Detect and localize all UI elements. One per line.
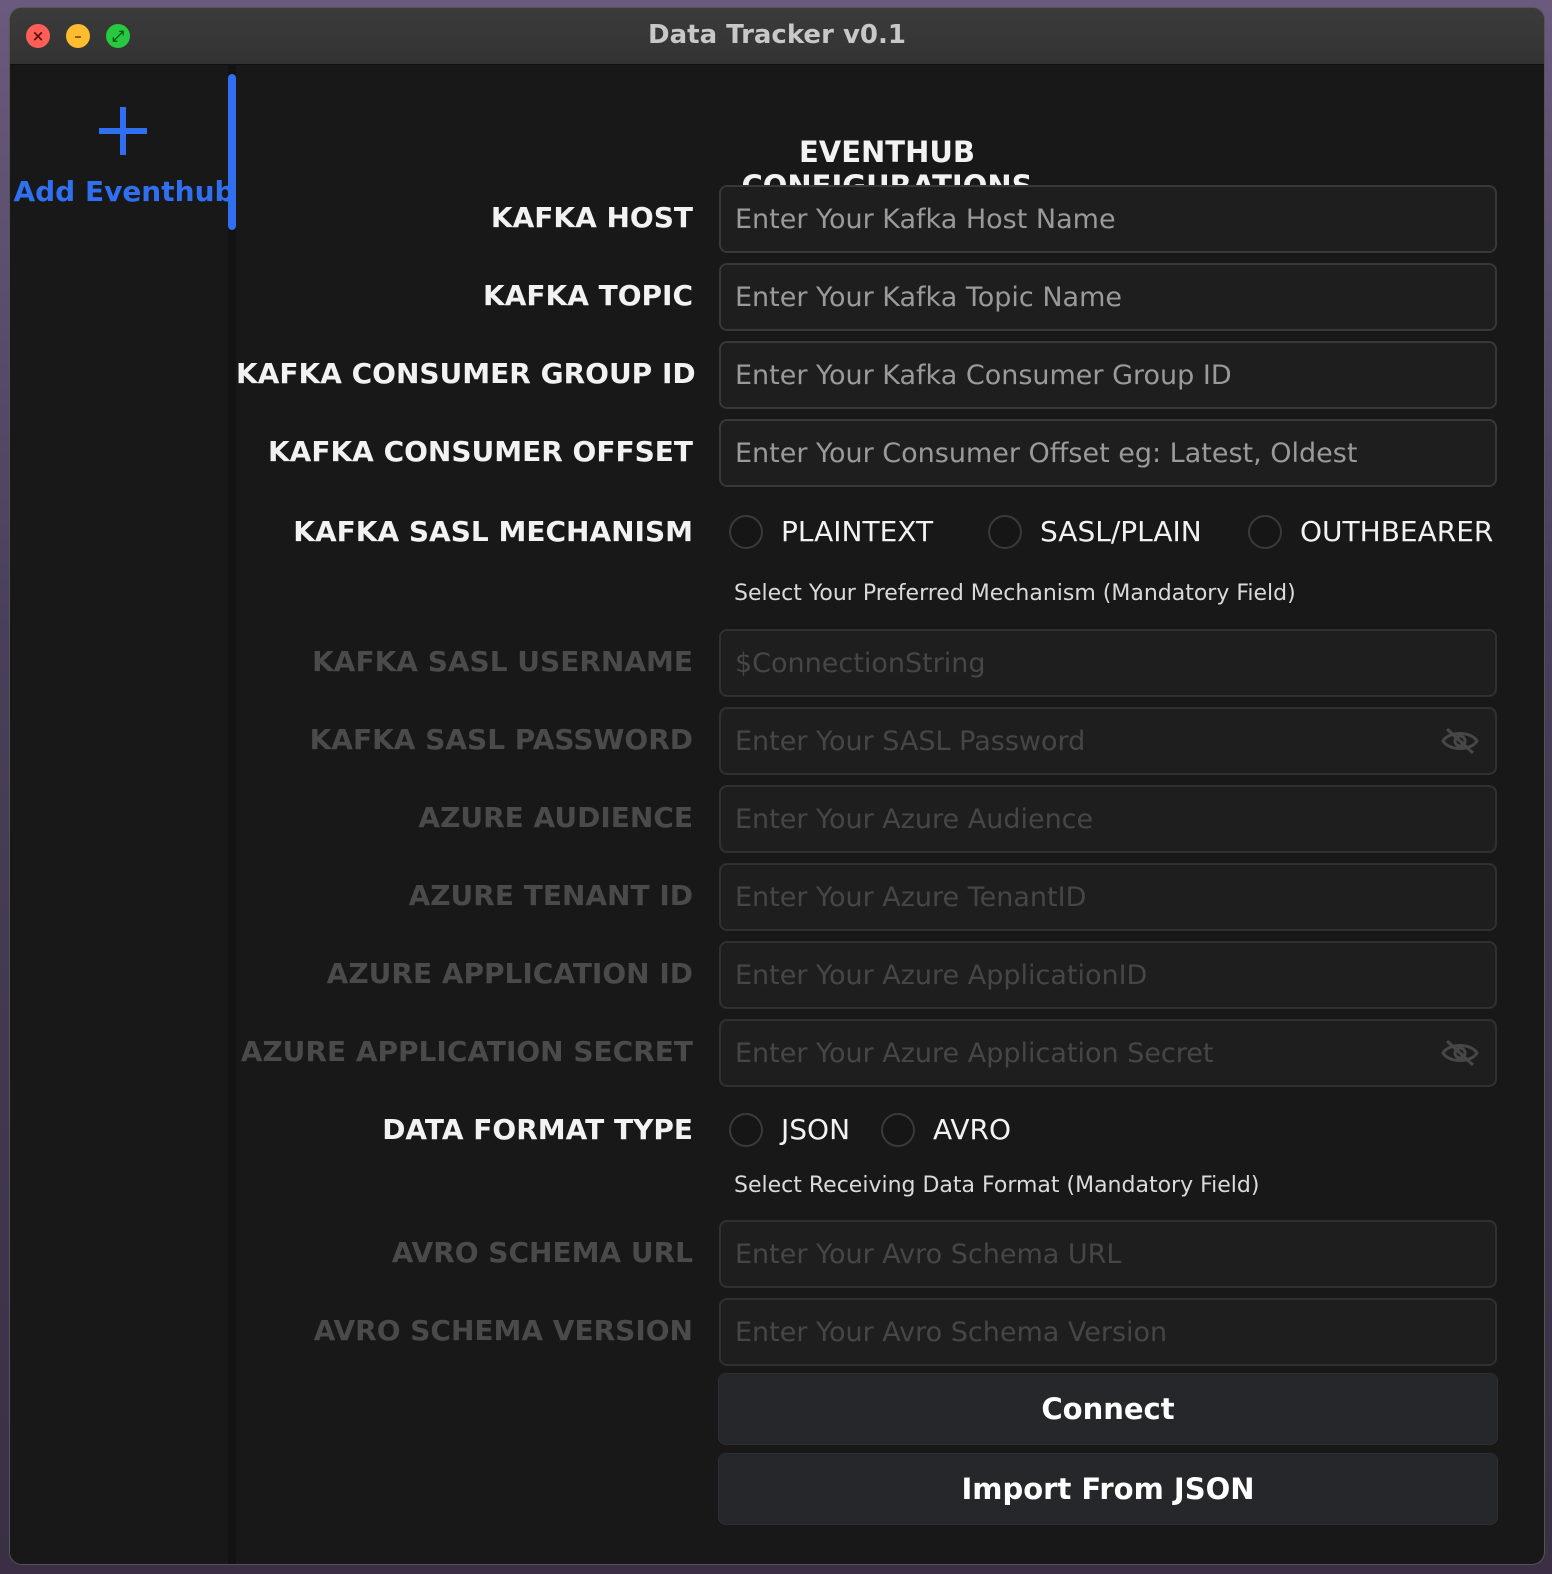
avro-url-input[interactable] <box>721 1222 1475 1286</box>
sasl-username-label: KAFKA SASL USERNAME <box>312 645 693 678</box>
kafka-topic-field <box>719 263 1497 331</box>
eventhub-config-form: EVENTHUB CONFIGURATIONS KAFKA HOST KAFKA… <box>236 65 1544 1564</box>
avro-version-label: AVRO SCHEMA VERSION <box>313 1314 693 1347</box>
radio-plaintext[interactable]: PLAINTEXT <box>719 499 949 565</box>
sasl-password-input[interactable] <box>721 709 1475 773</box>
add-eventhub-label: Add Eventhub <box>13 175 235 208</box>
sidebar: Add Eventhub <box>10 65 235 1564</box>
title-bar: × – ⤢ Data Tracker v0.1 <box>10 8 1544 65</box>
azure-audience-field <box>719 785 1497 853</box>
sasl-mechanism-label: KAFKA SASL MECHANISM <box>293 515 693 548</box>
consumer-group-label: KAFKA CONSUMER GROUP ID <box>236 357 696 390</box>
radio-circle <box>1248 515 1282 549</box>
radio-circle <box>729 1113 763 1147</box>
data-format-label: DATA FORMAT TYPE <box>382 1113 693 1146</box>
azure-tenant-field <box>719 863 1497 931</box>
sasl-password-label: KAFKA SASL PASSWORD <box>309 723 693 756</box>
window-title: Data Tracker v0.1 <box>648 20 906 50</box>
azure-app-id-input[interactable] <box>721 943 1475 1007</box>
azure-app-id-label: AZURE APPLICATION ID <box>326 957 693 990</box>
azure-tenant-input[interactable] <box>721 865 1475 929</box>
data-format-radio-group: JSON AVRO <box>719 1097 1039 1163</box>
radio-outhbearer[interactable]: OUTHBEARER <box>1238 499 1493 565</box>
data-format-hint: Select Receiving Data Format (Mandatory … <box>734 1173 1260 1198</box>
kafka-topic-label: KAFKA TOPIC <box>483 279 693 312</box>
sasl-mechanism-hint: Select Your Preferred Mechanism (Mandato… <box>734 581 1296 606</box>
eye-slash-icon[interactable] <box>1441 1039 1479 1067</box>
kafka-topic-input[interactable] <box>721 265 1475 329</box>
azure-app-id-field <box>719 941 1497 1009</box>
import-json-button[interactable]: Import From JSON <box>718 1453 1498 1525</box>
add-eventhub-button[interactable]: Add Eventhub <box>10 95 235 225</box>
eye-slash-icon[interactable] <box>1441 727 1479 755</box>
azure-audience-input[interactable] <box>721 787 1475 851</box>
radio-json[interactable]: JSON <box>719 1097 851 1163</box>
radio-circle <box>988 515 1022 549</box>
consumer-group-input[interactable] <box>721 343 1475 407</box>
azure-app-secret-input[interactable] <box>721 1021 1475 1085</box>
sasl-username-input[interactable] <box>721 631 1475 695</box>
connect-button[interactable]: Connect <box>718 1373 1498 1445</box>
azure-app-secret-field <box>719 1019 1497 1087</box>
radio-avro[interactable]: AVRO <box>871 1097 1021 1163</box>
kafka-host-field <box>719 185 1497 253</box>
azure-audience-label: AZURE AUDIENCE <box>418 801 693 834</box>
radio-label-json: JSON <box>781 1113 851 1146</box>
azure-tenant-label: AZURE TENANT ID <box>408 879 693 912</box>
sasl-username-field <box>719 629 1497 697</box>
radio-label-sasl-plain: SASL/PLAIN <box>1040 515 1202 548</box>
app-window: × – ⤢ Data Tracker v0.1 Add Eventhub EVE… <box>10 8 1544 1564</box>
plus-icon <box>99 107 147 155</box>
radio-sasl-plain[interactable]: SASL/PLAIN <box>978 499 1208 565</box>
consumer-offset-label: KAFKA CONSUMER OFFSET <box>267 435 693 468</box>
sasl-mechanism-radio-group: PLAINTEXT SASL/PLAIN OUTHBEARER <box>719 499 1499 565</box>
kafka-host-input[interactable] <box>721 187 1475 251</box>
avro-version-input[interactable] <box>721 1300 1475 1364</box>
radio-label-avro: AVRO <box>933 1113 1012 1146</box>
azure-app-secret-label: AZURE APPLICATION SECRET <box>240 1035 693 1068</box>
radio-circle <box>729 515 763 549</box>
avro-url-label: AVRO SCHEMA URL <box>391 1236 693 1269</box>
kafka-host-label: KAFKA HOST <box>490 201 693 234</box>
consumer-offset-input[interactable] <box>721 421 1475 485</box>
sasl-password-field <box>719 707 1497 775</box>
radio-label-plaintext: PLAINTEXT <box>781 515 934 548</box>
consumer-offset-field <box>719 419 1497 487</box>
avro-url-field <box>719 1220 1497 1288</box>
radio-circle <box>881 1113 915 1147</box>
sidebar-active-indicator <box>228 74 236 230</box>
sidebar-scroll-track <box>228 65 236 1564</box>
radio-label-outhbearer: OUTHBEARER <box>1300 515 1494 548</box>
avro-version-field <box>719 1298 1497 1366</box>
consumer-group-field <box>719 341 1497 409</box>
